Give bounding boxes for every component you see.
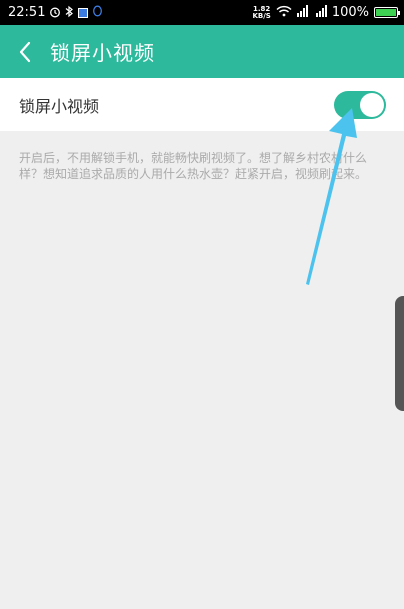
status-left: 22:51 xyxy=(8,5,103,20)
status-time: 22:51 xyxy=(8,5,46,20)
scrollbar-handle[interactable] xyxy=(395,296,404,411)
bluetooth-icon xyxy=(65,5,74,20)
lockscreen-video-toggle[interactable] xyxy=(334,90,386,119)
app-header: 锁屏小视频 xyxy=(0,25,404,78)
toggle-knob xyxy=(360,92,384,117)
signal-icon xyxy=(296,4,309,21)
status-bar: 22:51 1.82 KB/S 100% xyxy=(0,0,404,25)
battery-percent: 100% xyxy=(331,5,369,20)
setting-description: 开启后，不用解锁手机，就能畅快刷视频了。想了解乡村农村什么样？想知道追求品质的人… xyxy=(19,151,368,181)
battery-fill xyxy=(376,9,396,16)
setting-row-lockscreen-video: 锁屏小视频 xyxy=(0,78,404,131)
setting-label: 锁屏小视频 xyxy=(19,96,100,116)
battery-icon xyxy=(374,7,400,18)
wifi-icon xyxy=(276,5,292,21)
chevron-left-icon xyxy=(19,41,31,62)
annotation-arrow-shape xyxy=(306,108,357,285)
page-title: 锁屏小视频 xyxy=(50,41,155,65)
net-speed: 1.82 KB/S xyxy=(252,5,271,20)
qq-icon xyxy=(92,5,103,20)
back-button[interactable] xyxy=(0,25,50,78)
signal-4g-icon xyxy=(314,4,327,21)
status-right: 1.82 KB/S 100% xyxy=(252,4,400,21)
alarm-icon xyxy=(49,6,61,20)
notification-icon xyxy=(78,7,89,18)
net-speed-unit: KB/S xyxy=(252,11,271,20)
